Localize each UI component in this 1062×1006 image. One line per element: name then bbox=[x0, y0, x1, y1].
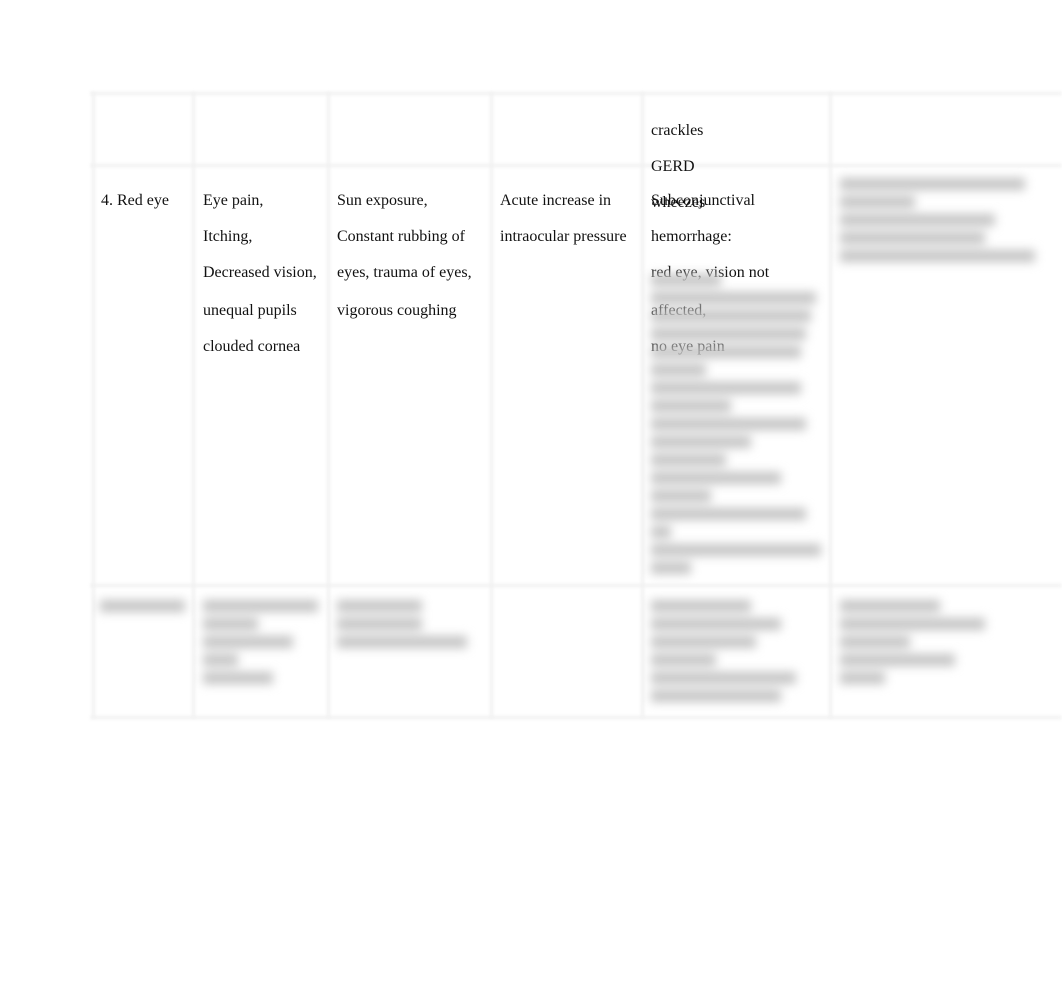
cell-line: Sun exposure, bbox=[337, 192, 428, 209]
cell-line: crackles bbox=[651, 122, 704, 139]
cell-line: eyes, trauma of eyes, bbox=[337, 264, 472, 281]
row-divider bbox=[90, 164, 1062, 167]
cell-line: Itching, bbox=[203, 228, 253, 245]
condition-name: 4. Red eye bbox=[101, 192, 169, 209]
cell-line: Acute increase in bbox=[500, 192, 612, 209]
causes-cell: Sun exposure, Constant rubbing of eyes, … bbox=[337, 174, 472, 338]
symptoms-cell: Eye pain, Itching, Decreased vision, une… bbox=[203, 174, 317, 374]
cell-line: Constant rubbing of bbox=[337, 228, 465, 245]
cell-line: Decreased vision, bbox=[203, 264, 317, 281]
cell-line: clouded cornea bbox=[203, 338, 301, 355]
table-border-bottom bbox=[90, 716, 1062, 719]
obscured-text-block bbox=[337, 594, 477, 654]
pathophysiology-cell: Acute increase in intraocular pressure bbox=[500, 174, 627, 264]
obscured-text-block bbox=[100, 594, 190, 618]
table-border-top bbox=[90, 92, 1062, 95]
obscured-text-block bbox=[840, 172, 1040, 268]
column-divider bbox=[829, 92, 832, 718]
cell-line: unequal pupils bbox=[203, 302, 297, 319]
cell-line: vigorous coughing bbox=[337, 302, 457, 319]
condition-cell: 4. Red eye bbox=[101, 174, 169, 228]
obscured-text-block bbox=[651, 594, 829, 708]
column-divider bbox=[641, 92, 644, 718]
column-divider bbox=[490, 92, 493, 718]
obscured-text-block bbox=[203, 594, 323, 690]
cell-line: hemorrhage: bbox=[651, 228, 732, 245]
cell-line: intraocular pressure bbox=[500, 228, 627, 245]
column-divider bbox=[327, 92, 330, 718]
obscured-text-block bbox=[840, 594, 1000, 690]
cell-line: Eye pain, bbox=[203, 192, 264, 209]
document-page: crackles GERD wheezes 4. Red eye Eye pai… bbox=[0, 0, 1062, 1006]
cell-line: Subconjunctival bbox=[651, 192, 755, 209]
column-divider bbox=[192, 92, 195, 718]
row-divider bbox=[90, 584, 1062, 587]
obscured-text-block bbox=[651, 268, 829, 580]
column-divider bbox=[92, 92, 95, 718]
